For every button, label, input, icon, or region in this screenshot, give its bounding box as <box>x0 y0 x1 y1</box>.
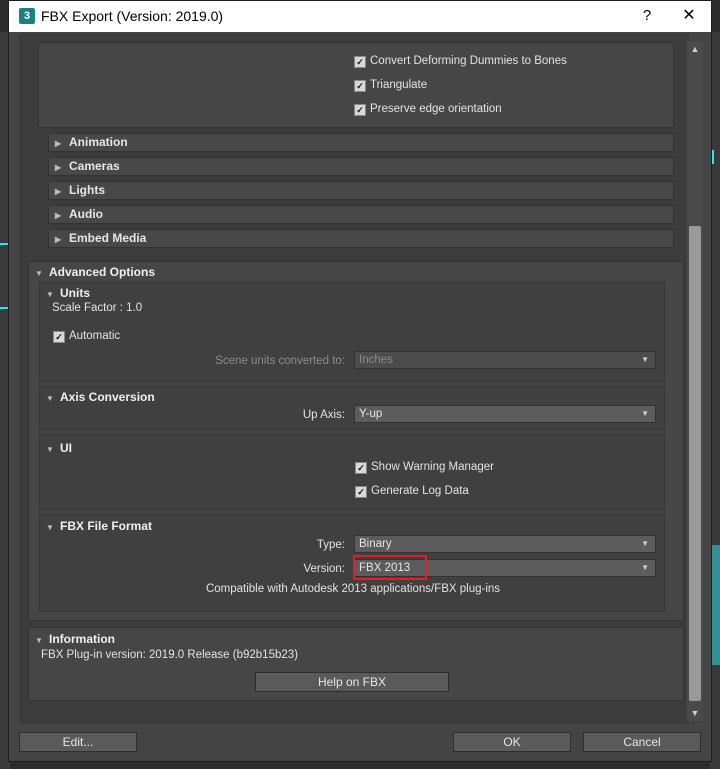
units-title: Units <box>60 286 90 300</box>
viewport-line <box>0 307 8 309</box>
units-panel: ▼ Units Scale Factor : 1.0 ✓ Automatic Sce… <box>39 282 665 382</box>
rollout-lights[interactable]: ▶ Lights <box>48 181 674 200</box>
fbx-export-dialog: 3 FBX Export (Version: 2019.0) ? ✕ ✓ Conv… <box>8 0 712 762</box>
axis-conversion-panel: ▼ Axis Conversion Up Axis: Y-up ▼ <box>39 386 665 430</box>
version-highlight-box <box>353 555 427 580</box>
rollout-label: Lights <box>69 183 105 197</box>
window-title: FBX Export (Version: 2019.0) <box>41 8 224 24</box>
show-warning-label: Show Warning Manager <box>371 461 494 473</box>
version-label: Version: <box>303 563 345 575</box>
scene-units-value: Inches <box>359 354 393 366</box>
cancel-button[interactable]: Cancel <box>583 732 701 752</box>
ok-button[interactable]: OK <box>453 732 571 752</box>
generate-log-label: Generate Log Data <box>371 485 469 497</box>
axis-conversion-title: Axis Conversion <box>60 390 155 404</box>
rollout-label: Cameras <box>69 159 120 173</box>
up-axis-select[interactable]: Y-up ▼ <box>354 405 656 423</box>
fbx-file-format-title: FBX File Format <box>60 519 153 533</box>
chevron-down-icon: ▼ <box>641 563 649 572</box>
edit-button[interactable]: Edit... <box>19 732 137 752</box>
rollout-audio[interactable]: ▶ Audio <box>48 205 674 224</box>
3dsmax-logo-icon: 3 <box>19 8 35 24</box>
collapse-arrow-icon: ▼ <box>46 394 54 403</box>
geometry-panel: ✓ Convert Deforming Dummies to Bones ✓ Tri… <box>38 42 674 128</box>
help-button[interactable]: ? <box>637 6 657 26</box>
rollout-label: Embed Media <box>69 231 147 245</box>
up-axis-value: Y-up <box>359 408 383 420</box>
collapse-arrow-icon: ▼ <box>35 269 43 278</box>
rollout-embed-media[interactable]: ▶ Embed Media <box>48 229 674 248</box>
collapse-arrow-icon: ▼ <box>46 445 54 454</box>
ui-header[interactable]: ▼ UI <box>46 441 72 455</box>
expand-arrow-icon: ▶ <box>55 235 62 244</box>
expand-arrow-icon: ▶ <box>55 211 62 220</box>
checkbox-checked-icon: ✓ <box>354 56 366 68</box>
expand-arrow-icon: ▶ <box>55 139 62 148</box>
automatic-label: Automatic <box>69 330 121 342</box>
vertical-scrollbar[interactable]: ▲ ▼ <box>687 41 703 721</box>
preserve-edge-checkbox[interactable]: ✓ Preserve edge orientation <box>354 103 502 116</box>
information-header[interactable]: ▼ Information <box>35 632 115 646</box>
collapse-arrow-icon: ▼ <box>46 523 54 532</box>
compatibility-text: Compatible with Autodesk 2013 applicatio… <box>205 583 501 595</box>
scrollbar-thumb[interactable] <box>689 226 701 701</box>
convert-dummies-label: Convert Deforming Dummies to Bones <box>370 55 567 67</box>
triangulate-checkbox[interactable]: ✓ Triangulate <box>354 79 427 92</box>
advanced-options-header[interactable]: ▼ Advanced Options <box>35 265 155 279</box>
viewport-mesh <box>712 545 720 665</box>
collapse-arrow-icon: ▼ <box>46 290 54 299</box>
help-on-fbx-button[interactable]: Help on FBX <box>255 672 449 692</box>
title-bar: 3 FBX Export (Version: 2019.0) ? ✕ <box>9 1 711 32</box>
expand-arrow-icon: ▶ <box>55 187 62 196</box>
rollout-label: Animation <box>69 135 128 149</box>
fbx-file-format-panel: ▼ FBX File Format Type: Binary ▼ Version:… <box>39 514 665 612</box>
checkbox-checked-icon: ✓ <box>355 462 367 474</box>
checkbox-checked-icon: ✓ <box>355 486 367 498</box>
plugin-version-text: FBX Plug-in version: 2019.0 Release (b92… <box>41 649 298 661</box>
ui-title: UI <box>60 441 72 455</box>
advanced-options-panel: ▼ Advanced Options ▼ Units Scale Factor : … <box>28 261 684 621</box>
preserve-edge-label: Preserve edge orientation <box>370 103 502 115</box>
information-title: Information <box>49 632 115 646</box>
expand-arrow-icon: ▶ <box>55 163 62 172</box>
rollout-label: Audio <box>69 207 103 221</box>
automatic-checkbox[interactable]: ✓ Automatic <box>53 330 120 343</box>
information-panel: ▼ Information FBX Plug-in version: 2019.0… <box>28 627 684 701</box>
chevron-down-icon: ▼ <box>641 539 649 548</box>
viewport-line <box>712 150 714 164</box>
checkbox-checked-icon: ✓ <box>354 104 366 116</box>
convert-dummies-checkbox[interactable]: ✓ Convert Deforming Dummies to Bones <box>354 55 567 68</box>
type-select[interactable]: Binary ▼ <box>354 535 656 553</box>
up-axis-label: Up Axis: <box>302 409 345 421</box>
show-warning-checkbox[interactable]: ✓ Show Warning Manager <box>355 461 494 474</box>
generate-log-checkbox[interactable]: ✓ Generate Log Data <box>355 485 469 498</box>
rollout-cameras[interactable]: ▶ Cameras <box>48 157 674 176</box>
checkbox-checked-icon: ✓ <box>354 80 366 92</box>
scale-factor-text: Scale Factor : 1.0 <box>52 302 143 314</box>
triangulate-label: Triangulate <box>370 79 428 91</box>
viewport-line <box>0 243 8 245</box>
chevron-down-icon: ▼ <box>641 355 649 364</box>
scroll-down-arrow-icon[interactable]: ▼ <box>687 705 703 721</box>
ui-panel: ▼ UI ✓ Show Warning Manager ✓ Generate Log … <box>39 434 665 510</box>
scene-units-select: Inches ▼ <box>354 351 656 369</box>
axis-conversion-header[interactable]: ▼ Axis Conversion <box>46 390 155 404</box>
type-value: Binary <box>359 538 392 550</box>
chevron-down-icon: ▼ <box>641 409 649 418</box>
options-scroll-area: ✓ Convert Deforming Dummies to Bones ✓ Tri… <box>19 34 689 724</box>
units-header[interactable]: ▼ Units <box>46 286 90 300</box>
scroll-up-arrow-icon[interactable]: ▲ <box>687 41 703 57</box>
fbx-file-format-header[interactable]: ▼ FBX File Format <box>46 519 152 533</box>
type-label: Type: <box>316 539 345 551</box>
checkbox-checked-icon: ✓ <box>53 331 65 343</box>
advanced-options-title: Advanced Options <box>49 265 156 279</box>
collapse-arrow-icon: ▼ <box>35 636 43 645</box>
rollout-animation[interactable]: ▶ Animation <box>48 133 674 152</box>
scene-units-label: Scene units converted to: <box>215 355 345 367</box>
close-button[interactable]: ✕ <box>678 6 700 26</box>
